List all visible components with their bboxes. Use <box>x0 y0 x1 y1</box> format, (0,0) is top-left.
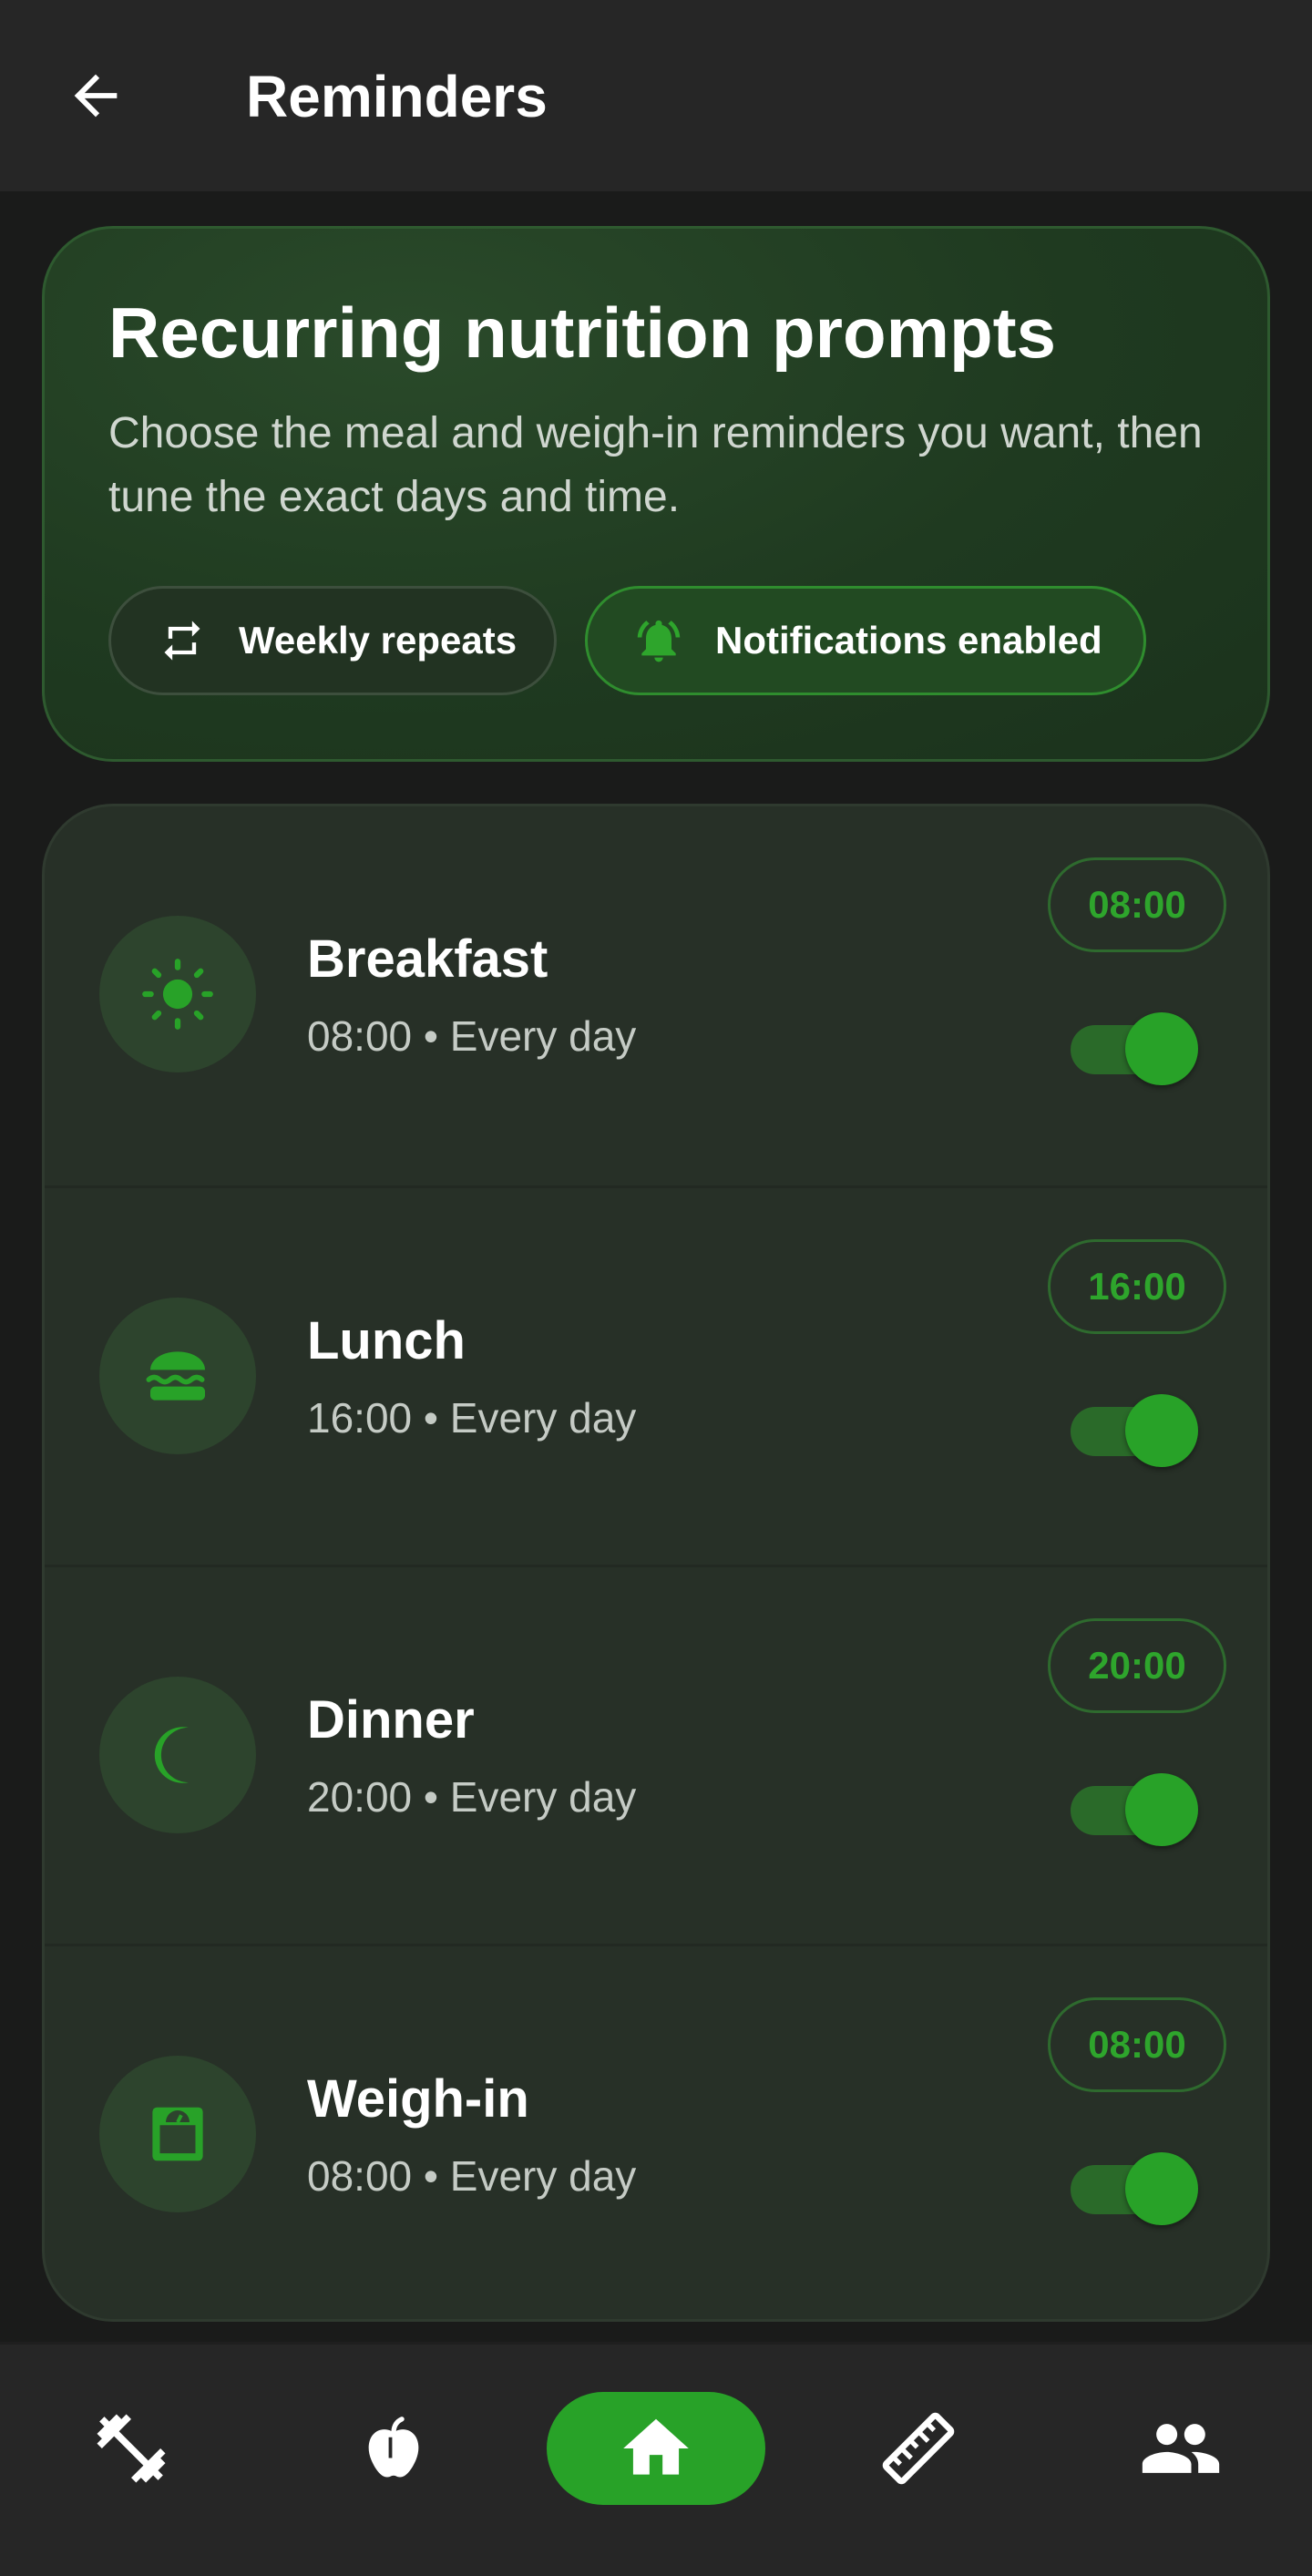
toggle-knob <box>1125 2152 1198 2225</box>
arrow-left-icon <box>74 74 118 118</box>
nav-community[interactable] <box>1099 2392 1263 2505</box>
page-title: Reminders <box>246 64 548 129</box>
notifications-enabled-label: Notifications enabled <box>715 619 1102 662</box>
back-button[interactable] <box>55 55 137 137</box>
reminder-title: Weigh-in <box>307 2069 529 2129</box>
weekly-repeats-label: Weekly repeats <box>239 619 518 662</box>
toggle-knob <box>1125 1012 1198 1085</box>
burger-icon <box>99 1298 256 1454</box>
reminder-toggle[interactable] <box>1071 1394 1198 1467</box>
bell-ring-icon <box>633 615 684 666</box>
reminder-row-breakfast[interactable]: Breakfast 08:00 • Every day 08:00 <box>45 806 1267 1185</box>
reminder-title: Dinner <box>307 1690 475 1750</box>
notifications-enabled-chip[interactable]: Notifications enabled <box>585 586 1146 695</box>
nav-workouts[interactable] <box>49 2392 213 2505</box>
hero-title: Recurring nutrition prompts <box>108 292 1056 373</box>
time-pill[interactable]: 16:00 <box>1048 1239 1226 1334</box>
reminder-row-dinner[interactable]: Dinner 20:00 • Every day 20:00 <box>45 1565 1267 1944</box>
nav-nutrition[interactable] <box>312 2392 476 2505</box>
scale-icon <box>99 2056 256 2212</box>
dumbbell-icon <box>97 2414 166 2483</box>
toggle-knob <box>1125 1394 1198 1467</box>
weekly-repeats-chip[interactable]: Weekly repeats <box>108 586 557 695</box>
repeat-icon <box>157 615 208 666</box>
nav-home[interactable] <box>547 2392 765 2505</box>
home-icon <box>623 2418 689 2475</box>
time-pill[interactable]: 08:00 <box>1048 857 1226 952</box>
reminder-title: Lunch <box>307 1311 466 1370</box>
reminder-subtitle: 08:00 • Every day <box>307 1012 637 1060</box>
moon-icon <box>99 1677 256 1833</box>
apple-icon <box>368 2417 419 2478</box>
toggle-knob <box>1125 1773 1198 1846</box>
reminder-toggle[interactable] <box>1071 1773 1198 1846</box>
time-pill[interactable]: 08:00 <box>1048 1997 1226 2092</box>
hero-card: Recurring nutrition prompts Choose the m… <box>42 226 1270 762</box>
reminder-subtitle: 08:00 • Every day <box>307 2152 637 2200</box>
top-app-bar: Reminders <box>0 0 1312 191</box>
reminder-subtitle: 20:00 • Every day <box>307 1773 637 1821</box>
ruler-icon <box>882 2412 955 2485</box>
reminder-toggle[interactable] <box>1071 1012 1198 1085</box>
reminder-row-weigh-in[interactable]: Weigh-in 08:00 • Every day 08:00 <box>45 1944 1267 2319</box>
sun-icon <box>99 916 256 1072</box>
people-icon <box>1142 2424 1220 2473</box>
time-pill[interactable]: 20:00 <box>1048 1618 1226 1713</box>
bottom-navigation <box>0 2342 1312 2576</box>
hero-description: Choose the meal and weigh-in reminders y… <box>108 409 1203 521</box>
reminder-list: Breakfast 08:00 • Every day 08:00 Lunch … <box>42 804 1270 2322</box>
reminder-row-lunch[interactable]: Lunch 16:00 • Every day 16:00 <box>45 1185 1267 1565</box>
reminder-toggle[interactable] <box>1071 2152 1198 2225</box>
reminder-title: Breakfast <box>307 929 548 989</box>
nav-measurements[interactable] <box>836 2392 1000 2505</box>
reminder-subtitle: 16:00 • Every day <box>307 1394 637 1442</box>
